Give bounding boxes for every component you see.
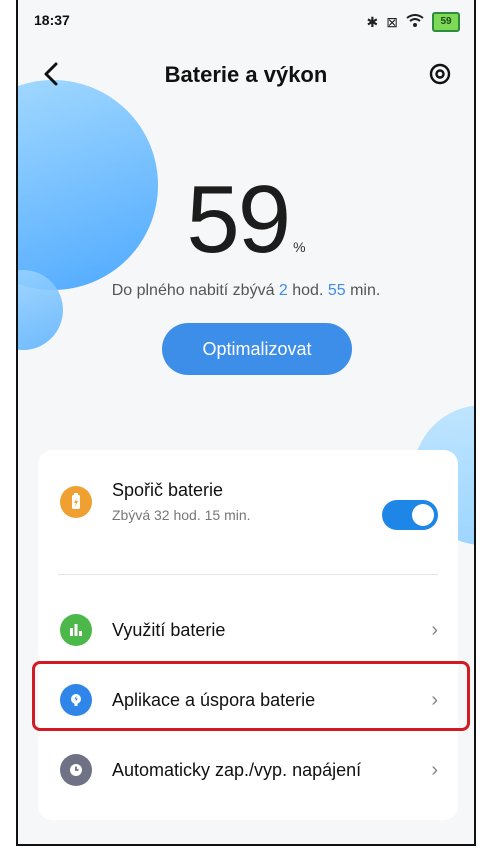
toggle-knob [412,504,434,526]
battery-icon: 59 [432,12,460,32]
charge-hours: 2 [278,282,288,299]
status-icons: ✱ ⊠ 59 [367,12,460,32]
charge-remaining-text: Do plného nabití zbývá 2 hod. 55 min. [18,282,474,300]
battery-usage-row[interactable]: Využití baterie › [38,614,458,646]
phone-frame: 18:37 ✱ ⊠ 59 Baterie a výkon 59% Do plné… [16,0,476,846]
dnd-icon: ⊠ [386,13,398,30]
charge-minutes: 55 [327,282,346,299]
page-title: Baterie a výkon [164,62,328,87]
apps-battery-saver-label: Aplikace a úspora baterie [112,689,316,710]
app-header: Baterie a výkon [18,54,474,98]
status-time: 18:37 [34,12,70,28]
battery-saver-sub: Zbývá 32 hod. 15 min. [112,507,251,523]
status-bar: 18:37 ✱ ⊠ 59 [18,0,474,44]
auto-power-row[interactable]: Automaticky zap./vyp. napájení › [38,754,458,786]
battery-usage-icon [60,614,92,646]
battery-usage-label: Využití baterie [112,619,226,640]
battery-saver-label: Spořič baterie [112,480,224,500]
charge-prefix: Do plného nabití zbývá [111,282,279,299]
divider [58,574,438,575]
charge-minutes-unit: min. [345,282,381,299]
charge-hours-unit: hod. [287,282,328,299]
percent-symbol: % [293,239,306,255]
battery-saver-toggle[interactable] [382,500,438,530]
settings-card: Spořič baterie Zbývá 32 hod. 15 min. Vyu… [38,450,458,820]
apps-battery-saver-row[interactable]: Aplikace a úspora baterie › [38,684,458,716]
chevron-right-icon: › [431,758,438,781]
auto-power-label: Automaticky zap./vyp. napájení [112,759,362,780]
chevron-right-icon: › [431,688,438,711]
battery-percent-value: 59 [186,166,291,273]
chevron-right-icon: › [431,618,438,641]
wifi-icon [406,13,424,31]
battery-saver-icon [60,485,92,518]
clock-icon [60,754,92,786]
optimize-button[interactable]: Optimalizovat [162,323,352,375]
gear-icon[interactable] [426,60,454,88]
bluetooth-icon: ✱ [366,13,379,30]
apps-battery-saver-icon [60,684,92,716]
battery-percentage: 59% [18,165,474,275]
